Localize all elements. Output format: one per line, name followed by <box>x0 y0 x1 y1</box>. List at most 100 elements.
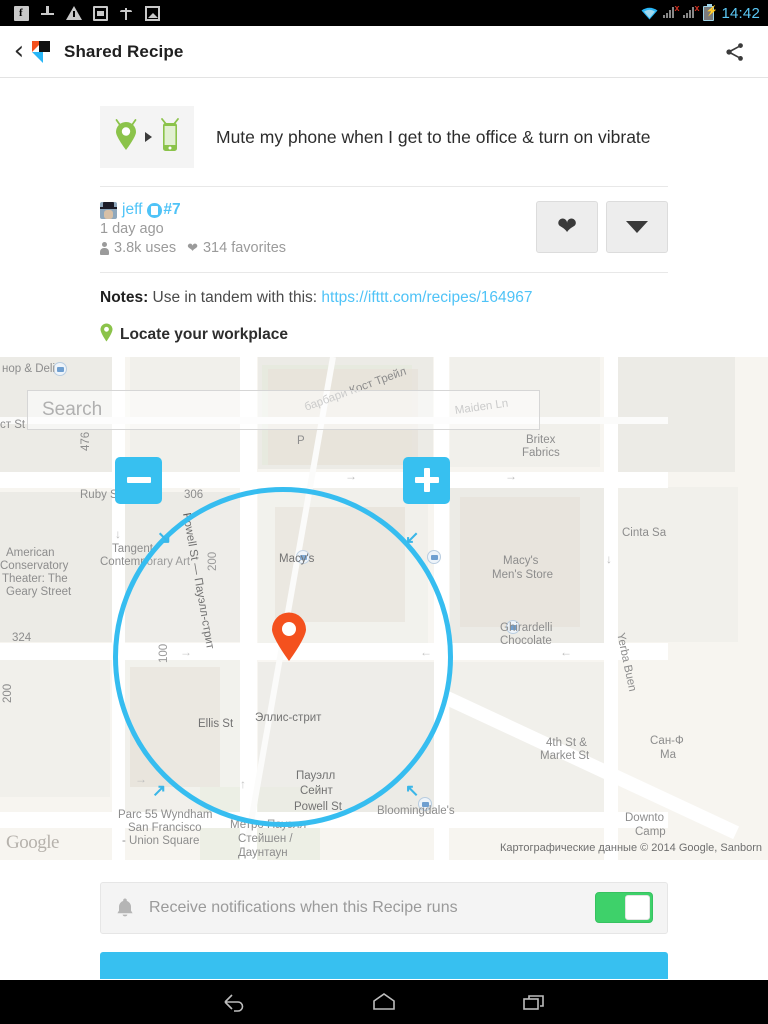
android-phone-icon <box>158 117 182 158</box>
map-label: Ghirardelli <box>500 621 553 634</box>
poi-icon <box>53 361 67 376</box>
map-label: Macy's <box>503 554 539 567</box>
minus-icon <box>126 477 151 484</box>
person-icon <box>100 241 109 255</box>
map-label: Сан-Ф <box>650 734 684 747</box>
recipe-notes: Notes: Use in tandem with this: https://… <box>100 273 668 315</box>
recipe-header: Mute my phone when I get to the office &… <box>100 78 668 186</box>
map-widget[interactable]: → → → ↓ → ← ← ↑ ↓ → нор & Deliст St476Ru… <box>0 356 768 860</box>
map-label: нор & Deli <box>2 362 56 375</box>
back-nav-icon[interactable] <box>214 987 254 1017</box>
map-location-marker[interactable] <box>270 612 308 662</box>
home-nav-icon[interactable] <box>364 987 404 1017</box>
map-zoom-out-button[interactable] <box>115 456 162 504</box>
toggle-knob <box>625 895 650 921</box>
primary-action-button[interactable] <box>100 951 668 979</box>
map-label: Bloomingdale's <box>377 804 455 817</box>
geofence-handle-br[interactable]: ↖ <box>405 782 419 799</box>
notes-link[interactable]: https://ifttt.com/recipes/164967 <box>321 289 532 306</box>
notes-text: Use in tandem with this: <box>152 289 318 306</box>
map-zoom-in-button[interactable] <box>403 456 450 504</box>
signal-icon-1: x <box>663 3 680 20</box>
locate-field-header: Locate your workplace <box>100 315 668 357</box>
map-label: Conservatory <box>0 559 69 572</box>
back-button[interactable]: ‹ <box>8 35 30 69</box>
map-label: Camp <box>635 825 666 838</box>
map-label: Стейшен / <box>238 832 293 845</box>
map-label: Britex <box>526 433 556 446</box>
recipe-channel-icons <box>100 106 194 168</box>
map-label: Downto <box>625 811 664 824</box>
uses-count: 3.8k uses <box>114 240 177 256</box>
android-location-pin-icon <box>113 118 139 157</box>
map-label: Даунтаун <box>238 846 288 859</box>
status-bar-left-icons <box>8 5 160 21</box>
map-label: Men's Store <box>492 568 553 581</box>
recipe-badge-icon <box>147 202 163 218</box>
map-search-input[interactable]: Search <box>27 389 540 430</box>
map-label: 306 <box>184 488 204 501</box>
map-label: 4th St & <box>546 736 587 749</box>
sdcard-icon <box>93 5 108 21</box>
notes-label: Notes: <box>100 289 149 306</box>
map-label: American <box>6 546 55 559</box>
status-bar-right-icons: x x 14:42 <box>641 3 760 22</box>
facebook-icon <box>14 5 29 21</box>
notification-toggle-row[interactable]: Receive notifications when this Recipe r… <box>100 881 668 934</box>
map-label: Geary Street <box>6 585 72 598</box>
recipe-actions: ❤ <box>536 201 668 253</box>
signal-error-mark-2: x <box>694 3 700 13</box>
geofence-handle-bl[interactable]: ↗ <box>152 782 166 799</box>
poi-icon <box>427 549 441 564</box>
google-logo: Google <box>6 831 59 853</box>
image-icon <box>145 5 160 21</box>
plus-icon-v <box>423 468 430 493</box>
map-label: 200 <box>2 683 14 703</box>
map-label: Theater: The <box>2 572 68 585</box>
status-bar: x x 14:42 <box>0 0 768 26</box>
recents-nav-icon[interactable] <box>514 987 554 1017</box>
author-badge: #7 <box>147 201 181 219</box>
map-label: Fabrics <box>522 446 560 459</box>
time-ago: 1 day ago <box>100 221 164 237</box>
map-label: Tangent <box>112 542 153 555</box>
page-title: Shared Recipe <box>64 41 184 61</box>
avatar <box>100 201 117 219</box>
notification-label: Receive notifications when this Recipe r… <box>149 898 458 916</box>
more-options-button[interactable] <box>606 201 668 253</box>
signal-icon-2: x <box>683 3 700 20</box>
map-label: San Francisco <box>128 821 202 834</box>
recipe-title: Mute my phone when I get to the office &… <box>216 126 651 147</box>
favorite-button[interactable]: ❤ <box>536 201 598 253</box>
recipe-meta-info: jeff #7 1 day ago 3.8k uses ❤ 314 favori… <box>100 201 536 256</box>
geofence-handle-tr[interactable]: ↙ <box>405 529 419 546</box>
geofence-handle-tl[interactable]: ↘ <box>157 529 171 546</box>
author-name[interactable]: jeff <box>122 201 142 219</box>
action-bar: ‹ Shared Recipe <box>0 26 768 78</box>
clock: 14:42 <box>721 4 760 22</box>
map-label: - Union Square <box>122 834 200 847</box>
map-label: Chocolate <box>500 634 552 647</box>
heart-small-icon: ❤ <box>187 240 198 255</box>
chevron-down-icon <box>626 221 648 233</box>
usb-icon <box>119 6 134 21</box>
battery-charging-icon <box>703 3 718 21</box>
map-label: 324 <box>12 631 32 644</box>
map-label: Ma <box>660 748 676 761</box>
map-label: Parc 55 Wyndham <box>118 808 213 821</box>
recipe-meta: jeff #7 1 day ago 3.8k uses ❤ 314 favori… <box>100 187 668 272</box>
author-line[interactable]: jeff #7 <box>100 201 536 219</box>
share-icon[interactable] <box>718 35 752 69</box>
wifi-icon <box>641 6 658 20</box>
flow-arrow-icon <box>144 132 152 142</box>
notification-toggle[interactable] <box>595 892 653 924</box>
recipe-header-section: Mute my phone when I get to the office &… <box>0 78 768 357</box>
recipe-stats: 3.8k uses ❤ 314 favorites <box>100 240 536 256</box>
location-pin-icon <box>100 323 113 347</box>
badge-number: #7 <box>163 201 181 218</box>
bell-icon <box>115 897 135 919</box>
main-content: Mute my phone when I get to the office &… <box>0 78 768 979</box>
download-icon <box>40 5 55 21</box>
favorites-count: 314 favorites <box>202 240 287 256</box>
signal-error-mark: x <box>674 3 680 13</box>
